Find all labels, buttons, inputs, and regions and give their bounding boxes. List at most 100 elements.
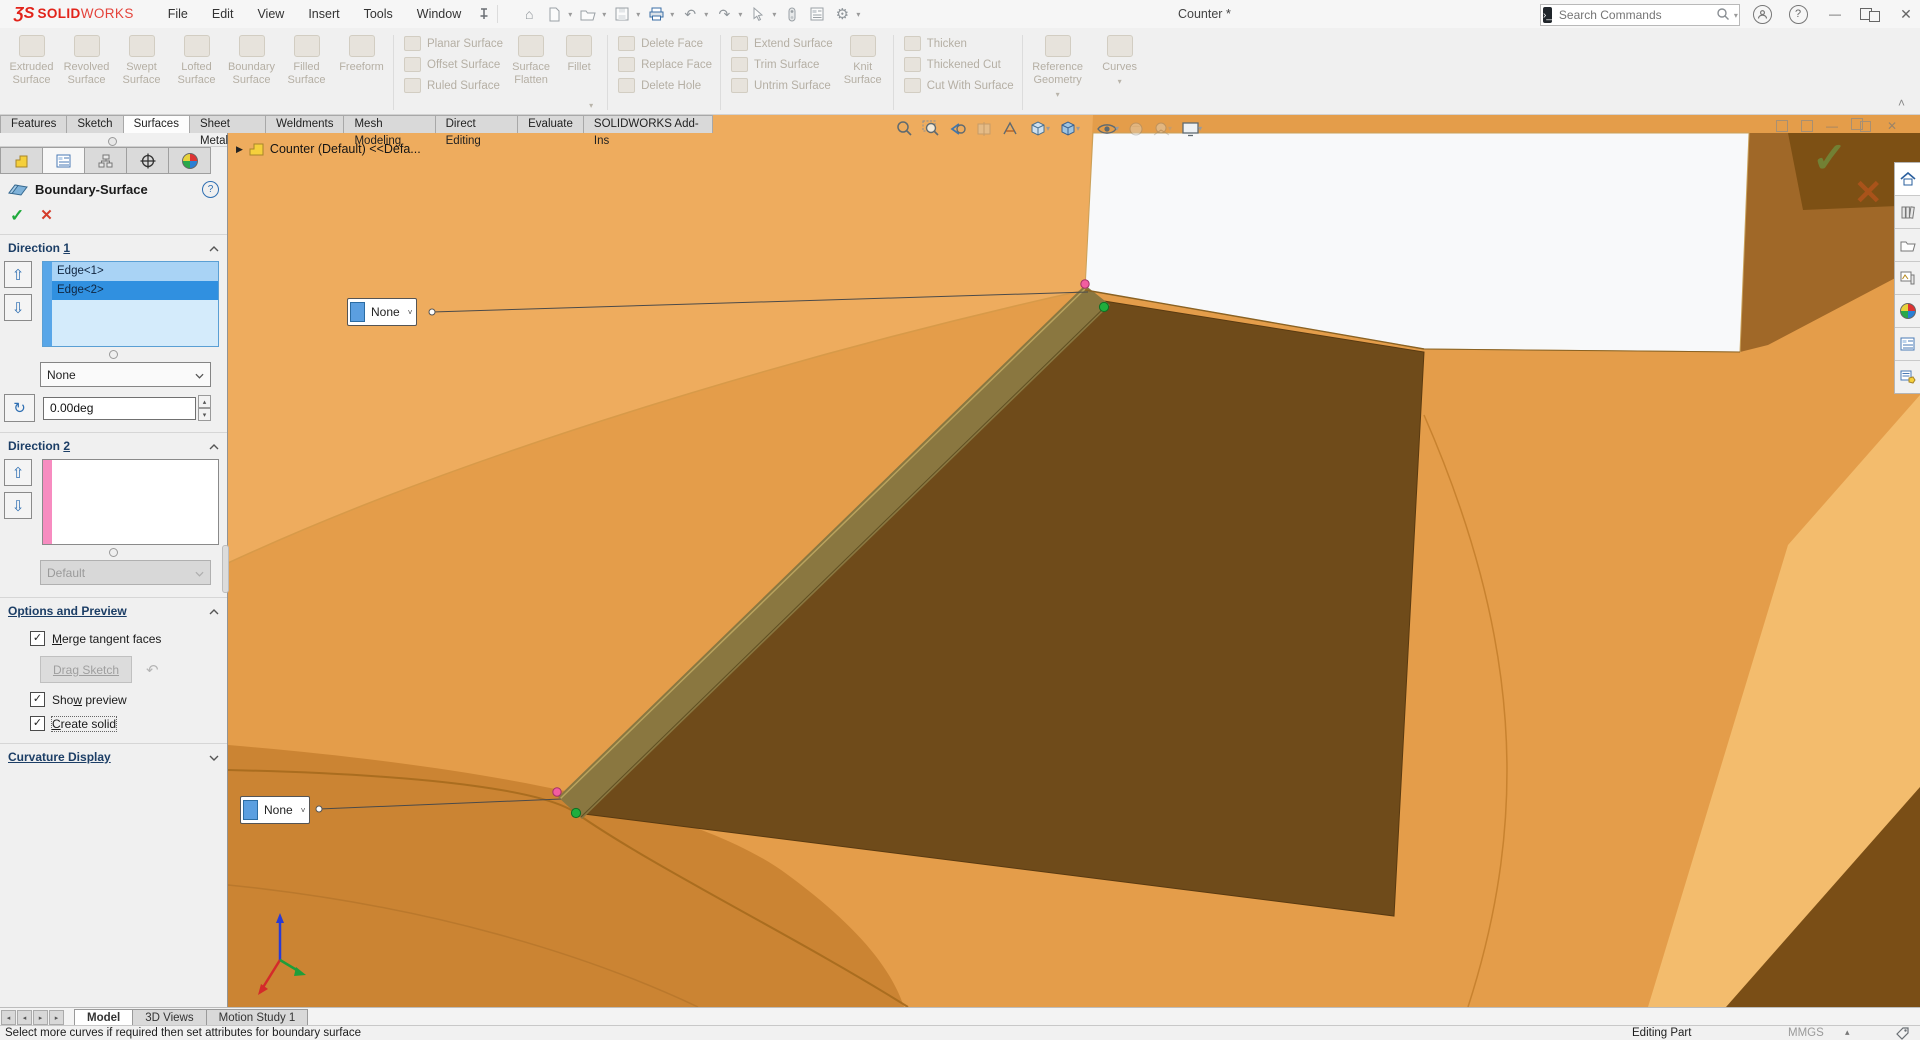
home-icon[interactable]: ⌂ <box>520 6 538 22</box>
command-tab[interactable]: Sheet Metal <box>189 115 266 133</box>
tab-scroll-last-icon[interactable]: ▸ <box>49 1010 64 1025</box>
close-button[interactable]: ✕ <box>1892 0 1920 28</box>
hide-show-items-icon[interactable]: ▾ <box>1097 122 1119 136</box>
direction2-callout[interactable]: None ˅ <box>240 796 310 824</box>
print-icon[interactable] <box>647 6 665 22</box>
menu-item[interactable]: File <box>156 0 200 28</box>
callout-dropdown-icon[interactable]: ˅ <box>301 806 306 815</box>
measure-icon[interactable] <box>1002 121 1020 137</box>
direction1-header[interactable]: Direction 1 <box>0 235 227 259</box>
direction2-header[interactable]: Direction 2 <box>0 433 227 457</box>
tab-scroll-left-icon[interactable]: ◂ <box>17 1010 32 1025</box>
ribbon-row-button[interactable]: Untrim Surface <box>731 75 833 96</box>
direction1-tangency-dropdown[interactable]: None <box>40 362 211 387</box>
custom-properties-icon[interactable] <box>1895 328 1920 361</box>
graphics-viewport[interactable]: ▶ Counter (Default) <<Defa... ▾ ▾ ▾ ▾ ▾ … <box>228 115 1920 1007</box>
ribbon-big-button[interactable]: Knit Surface <box>837 31 889 114</box>
tab-feature-manager[interactable] <box>0 147 43 174</box>
ribbon-row-button[interactable]: Delete Face <box>618 33 712 54</box>
help-icon[interactable]: ? <box>202 181 219 198</box>
menu-item[interactable]: Tools <box>352 0 405 28</box>
ribbon-dropdown-icon[interactable]: ▾ <box>1027 90 1089 100</box>
command-tab[interactable]: SOLIDWORKS Add-Ins <box>583 115 713 133</box>
direction2-selection-list[interactable] <box>42 459 219 545</box>
document-tab[interactable]: 3D Views <box>132 1009 206 1026</box>
print-dropdown-icon[interactable]: ▾ <box>670 10 674 19</box>
options-list-icon[interactable] <box>808 6 826 22</box>
angle-spinner[interactable]: ▴▾ <box>198 395 211 421</box>
confirm-corner-ok-icon[interactable]: ✓ <box>1812 133 1847 182</box>
ribbon-big-button[interactable]: Reference Geometry▾ <box>1027 31 1089 114</box>
select-icon[interactable] <box>749 6 767 22</box>
search-input[interactable] <box>1557 7 1716 23</box>
document-manager-icon[interactable] <box>1895 361 1920 393</box>
new-dropdown-icon[interactable]: ▾ <box>568 10 572 19</box>
selection-list-item[interactable]: Edge<2> <box>52 281 218 300</box>
ribbon-big-button[interactable]: Boundary Surface <box>224 31 279 114</box>
zoom-to-fit-icon[interactable] <box>896 120 913 137</box>
options-header[interactable]: Options and Preview <box>0 598 227 622</box>
command-tab[interactable]: Features <box>0 115 67 133</box>
home-icon[interactable] <box>1895 163 1920 196</box>
redo-icon[interactable]: ↷ <box>715 6 733 22</box>
previous-view-icon[interactable] <box>949 121 967 137</box>
selection-filter-icon[interactable] <box>783 6 801 22</box>
help-icon[interactable]: ? <box>1784 0 1812 28</box>
search-dropdown-icon[interactable]: ▾ <box>1734 11 1738 20</box>
ribbon-big-button[interactable]: Revolved Surface <box>59 31 114 114</box>
options-dropdown-icon[interactable]: ▾ <box>856 10 860 19</box>
menu-item[interactable]: Insert <box>296 0 351 28</box>
ribbon-row-button[interactable]: Thickened Cut <box>904 54 1014 75</box>
new-document-icon[interactable] <box>545 6 563 22</box>
tab-scroll-right-icon[interactable]: ▸ <box>33 1010 48 1025</box>
selection-list-item[interactable]: Edge<1> <box>52 262 218 281</box>
tag-icon[interactable] <box>1895 1026 1910 1040</box>
open-dropdown-icon[interactable]: ▾ <box>602 10 606 19</box>
open-icon[interactable] <box>579 6 597 22</box>
merge-tangent-faces-checkbox[interactable]: ✓ Merge tangent faces <box>30 631 219 646</box>
ribbon-big-button[interactable]: Surface Flatten <box>507 31 555 114</box>
zoom-to-area-icon[interactable] <box>922 120 940 137</box>
ribbon-big-button[interactable]: Fillet <box>555 31 603 114</box>
tab-scroll-first-icon[interactable]: ◂ <box>1 1010 16 1025</box>
ribbon-row-button[interactable]: Trim Surface <box>731 54 833 75</box>
doc-restore-icon[interactable] <box>1851 118 1874 133</box>
document-tab[interactable]: Motion Study 1 <box>206 1009 309 1026</box>
document-tab[interactable]: Model <box>74 1009 133 1026</box>
cancel-button[interactable]: ✕ <box>40 206 53 226</box>
ribbon-big-button[interactable]: Extruded Surface <box>4 31 59 114</box>
checkbox-checked[interactable]: ✓ <box>30 692 45 707</box>
command-tab[interactable]: Weldments <box>265 115 344 133</box>
menu-item[interactable]: Window <box>405 0 473 28</box>
tab-property-manager[interactable] <box>42 147 85 174</box>
pin-icon[interactable] <box>477 7 491 21</box>
ribbon-row-button[interactable]: Delete Hole <box>618 75 712 96</box>
menu-item[interactable]: Edit <box>200 0 246 28</box>
expand-icon[interactable] <box>209 750 219 764</box>
save-icon[interactable] <box>613 6 631 22</box>
doc-close-icon[interactable]: ✕ <box>1887 119 1897 133</box>
ribbon-collapse-icon[interactable]: ˄ <box>1898 96 1905 110</box>
panel-resize-pill[interactable] <box>222 545 229 593</box>
ribbon-row-button[interactable]: Ruled Surface <box>404 75 503 96</box>
checkbox-checked[interactable]: ✓ <box>30 631 45 646</box>
tab-dimxpert-manager[interactable] <box>126 147 169 174</box>
ribbon-dropdown-icon[interactable]: ▾ <box>1089 77 1151 87</box>
move-up-button[interactable]: ⇧ <box>4 459 32 486</box>
display-style-icon[interactable]: ▾ <box>1059 120 1080 137</box>
ribbon-row-button[interactable]: Replace Face <box>618 54 712 75</box>
file-explorer-icon[interactable] <box>1895 229 1920 262</box>
redo-dropdown-icon[interactable]: ▾ <box>738 10 742 19</box>
sign-in-icon[interactable] <box>1748 0 1776 28</box>
cascade-icon[interactable] <box>1776 120 1788 132</box>
ribbon-big-button[interactable]: Lofted Surface <box>169 31 224 114</box>
ribbon-big-button[interactable]: Curves▾ <box>1089 31 1151 114</box>
command-tab[interactable]: Surfaces <box>123 115 190 133</box>
ribbon-row-button[interactable]: Offset Surface <box>404 54 503 75</box>
collapse-icon[interactable] <box>209 241 219 255</box>
units-dropup-icon[interactable]: ▴ <box>1845 1027 1850 1038</box>
ribbon-row-button[interactable]: Planar Surface <box>404 33 503 54</box>
move-up-button[interactable]: ⇧ <box>4 261 32 288</box>
collapse-icon[interactable] <box>209 604 219 618</box>
doc-minimize-icon[interactable]: — <box>1826 119 1838 133</box>
